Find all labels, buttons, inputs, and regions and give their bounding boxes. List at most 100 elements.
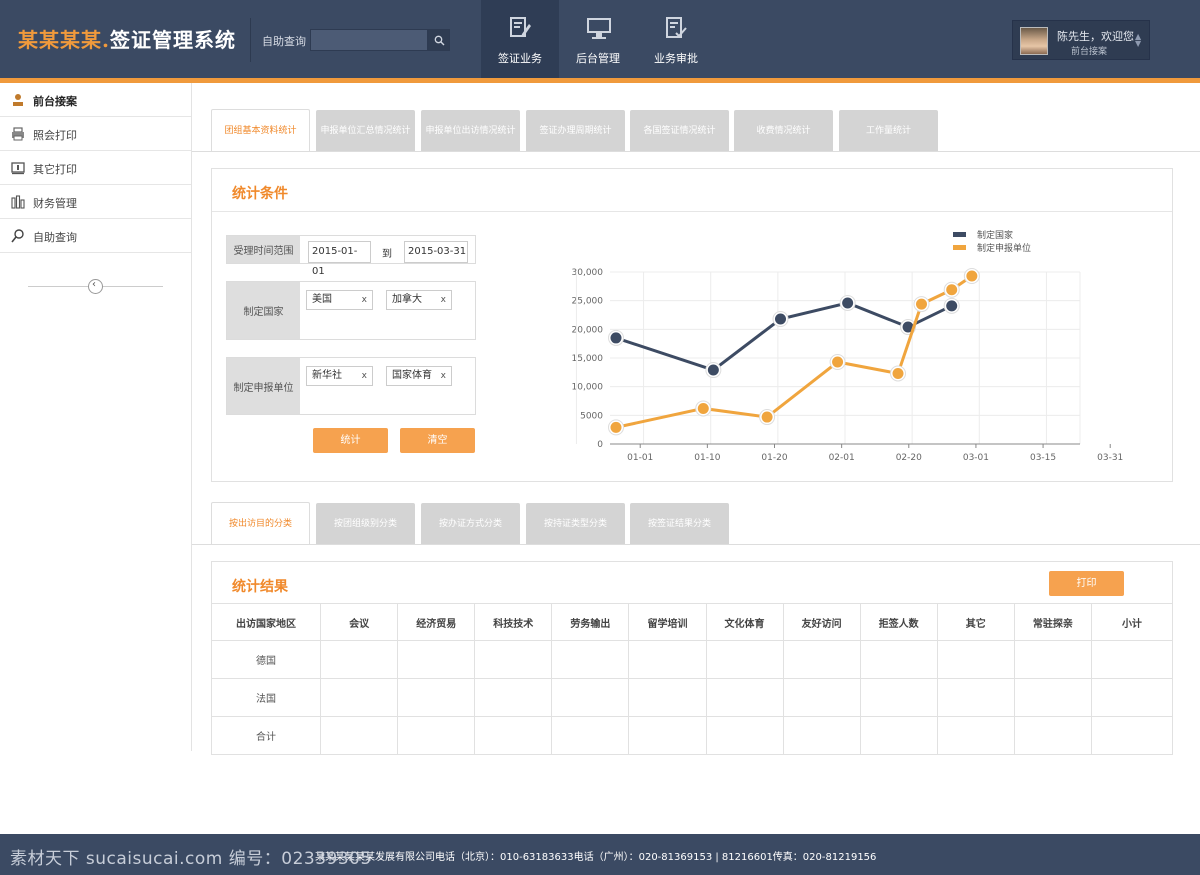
tabs-baseline — [192, 151, 1200, 152]
table-cell — [705, 640, 784, 679]
to-label: 到 — [382, 249, 392, 260]
table-cell — [320, 716, 399, 755]
edit-doc-icon — [510, 17, 531, 37]
tab-by-document-type[interactable]: 按持证类型分类 — [526, 503, 625, 545]
tab-country-visa-stats[interactable]: 各国签证情况统计 — [630, 110, 729, 152]
sidebar-item-front-desk[interactable]: 前台接案 — [0, 83, 191, 117]
table-cell — [474, 716, 553, 755]
tab-visa-cycle-stats[interactable]: 签证办理周期统计 — [526, 110, 625, 152]
search-input[interactable] — [310, 29, 428, 51]
country-tag[interactable]: 加拿大 x — [386, 290, 452, 310]
sidebar-item-label: 前台接案 — [33, 95, 77, 108]
watermark: 素材天下 sucaisucai.com 编号：02339305 — [10, 849, 372, 869]
table-cell — [628, 640, 707, 679]
table-cell — [782, 678, 861, 717]
sidebar-item-finance[interactable]: 财务管理 — [0, 185, 191, 219]
footer: 某某某某某某发展有限公司电话（北京）：010-63183633电话（广州）：02… — [0, 834, 1200, 875]
data-point — [610, 421, 622, 433]
table-cell — [859, 678, 938, 717]
tab-by-group-level[interactable]: 按团组级别分类 — [316, 503, 415, 545]
print-screen-icon — [11, 162, 25, 175]
legend-swatch — [953, 232, 966, 237]
x-tick-label: 01-20 — [761, 453, 787, 463]
unit-tag[interactable]: 新华社 x — [306, 366, 373, 386]
remove-tag-icon[interactable]: x — [441, 291, 446, 309]
table-cell — [551, 716, 630, 755]
column-header: 小计 — [1090, 603, 1174, 641]
remove-tag-icon[interactable]: x — [362, 367, 367, 385]
tag-label: 美国 — [312, 294, 332, 305]
tab-unit-visit-stats[interactable]: 申报单位出访情况统计 — [421, 110, 520, 152]
table-cell — [1013, 678, 1092, 717]
y-tick-label: 5000 — [580, 411, 603, 421]
tag-label: 加拿大 — [392, 294, 422, 305]
unit-row: 制定申报单位 新华社 x 国家体育 x — [226, 357, 476, 415]
data-point — [761, 411, 773, 423]
column-header: 劳务输出 — [551, 603, 630, 641]
nav-visa-business[interactable]: 签证业务 — [481, 0, 559, 78]
table-cell — [705, 716, 784, 755]
table-cell — [1013, 716, 1092, 755]
tab-fee-stats[interactable]: 收费情况统计 — [734, 110, 833, 152]
date-from-input[interactable]: 2015-01-01 — [308, 241, 371, 277]
tag-label: 新华社 — [312, 370, 342, 381]
sidebar-item-label: 其它打印 — [33, 163, 77, 176]
collapse-sidebar-button[interactable]: ‹ — [88, 279, 103, 294]
x-tick-label: 03-31 — [1097, 453, 1123, 463]
tab-by-issue-method[interactable]: 按办证方式分类 — [421, 503, 520, 545]
table-cell — [1090, 640, 1174, 679]
nav-label: 签证业务 — [498, 52, 542, 65]
remove-tag-icon[interactable]: x — [362, 291, 367, 309]
search-button[interactable] — [428, 29, 450, 51]
country-tag[interactable]: 美国 x — [306, 290, 373, 310]
conditions-title: 统计条件 — [232, 186, 288, 202]
data-point — [775, 313, 786, 325]
table-cell — [936, 640, 1015, 679]
table-cell — [859, 640, 938, 679]
search-icon — [434, 35, 445, 46]
legend-swatch — [953, 245, 966, 250]
table-cell — [320, 640, 399, 679]
table-cell — [936, 716, 1015, 755]
date-to-input[interactable]: 2015-03-31 — [404, 241, 468, 263]
unit-tag[interactable]: 国家体育 x — [386, 366, 452, 386]
footer-contact: 某某某某某某发展有限公司电话（北京）：010-63183633电话（广州）：02… — [315, 852, 877, 863]
stat-button[interactable]: 统计 — [313, 428, 388, 453]
sidebar-item-other-print[interactable]: 其它打印 — [0, 151, 191, 185]
tab-by-purpose[interactable]: 按出访目的分类 — [211, 502, 310, 545]
tab-group-basic-stats[interactable]: 团组基本资料统计 — [211, 109, 310, 152]
data-point — [966, 270, 978, 282]
x-tick-label: 02-20 — [896, 453, 922, 463]
clear-button[interactable]: 清空 — [400, 428, 475, 453]
table-cell — [859, 716, 938, 755]
column-header: 经济贸易 — [397, 603, 476, 641]
tag-label: 国家体育 — [392, 370, 432, 381]
column-header: 友好访问 — [782, 603, 861, 641]
top-header: 某某某某.签证管理系统 自助查询 签证业务 后台管理 业务审批 陈先生，欢迎您 … — [0, 0, 1200, 78]
table-cell — [1013, 640, 1092, 679]
table-cell — [551, 678, 630, 717]
nav-approval[interactable]: 业务审批 — [637, 0, 715, 78]
print-button[interactable]: 打印 — [1049, 571, 1124, 596]
sidebar-item-note-print[interactable]: 照会打印 — [0, 117, 191, 151]
search-icon — [11, 229, 24, 243]
data-point — [916, 298, 927, 310]
avatar — [1020, 27, 1048, 55]
column-header: 出访国家地区 — [210, 603, 322, 641]
table-row: 德国 — [210, 640, 1174, 679]
data-point — [832, 356, 844, 368]
logo-title: 签证管理系统 — [109, 28, 236, 52]
tab-workload-stats[interactable]: 工作量统计 — [839, 110, 938, 152]
column-header: 拒签人数 — [859, 603, 938, 641]
header-divider — [250, 18, 251, 62]
table-header-row: 出访国家地区 会议 经济贸易 科技技术 劳务输出 留学培训 文化体育 友好访问 … — [210, 603, 1174, 641]
user-stamp-icon — [13, 94, 23, 106]
column-header: 科技技术 — [474, 603, 553, 641]
remove-tag-icon[interactable]: x — [441, 367, 446, 385]
user-menu[interactable]: 陈先生，欢迎您 前台接案 ▲ ▼ — [1012, 20, 1150, 60]
sidebar-item-self-query[interactable]: 自助查询 — [0, 219, 191, 253]
data-point — [610, 332, 622, 344]
tab-by-visa-result[interactable]: 按签证结果分类 — [630, 503, 729, 545]
tab-unit-summary-stats[interactable]: 申报单位汇总情况统计 — [316, 110, 415, 152]
nav-backend-admin[interactable]: 后台管理 — [559, 0, 637, 78]
